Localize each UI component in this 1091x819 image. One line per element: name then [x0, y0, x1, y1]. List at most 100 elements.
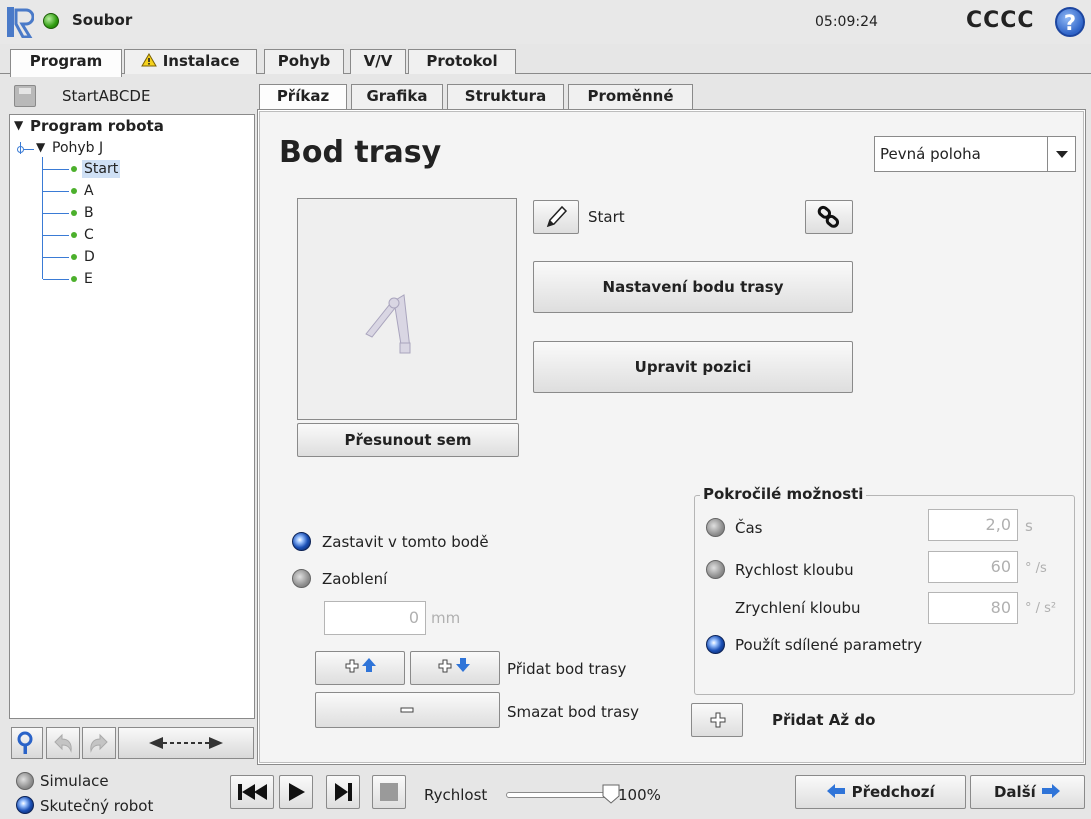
title-bar — [0, 0, 1091, 44]
expand-icon[interactable]: ▼ — [36, 140, 45, 154]
previous-label: Předchozí — [851, 783, 935, 801]
blend-label: Zaoblení — [322, 570, 388, 588]
tree-node-a[interactable]: A — [84, 182, 94, 200]
undo-icon — [54, 733, 72, 753]
arrow-right-icon — [1042, 784, 1061, 798]
time-radio[interactable] — [706, 518, 725, 537]
tab-program[interactable]: Program — [10, 49, 122, 77]
add-waypoint-before-button[interactable] — [315, 651, 405, 685]
universal-robots-logo-icon — [7, 7, 34, 38]
add-up-icon — [345, 658, 376, 673]
tree-connector-node — [17, 146, 24, 153]
tab-label: Program — [29, 52, 103, 70]
add-until-label: Přidat Až do — [772, 711, 876, 729]
tab-label: Instalace — [162, 52, 240, 70]
play-button[interactable] — [279, 775, 313, 809]
previous-button[interactable]: Předchozí — [795, 775, 966, 809]
tab-io[interactable]: V/V — [350, 49, 406, 74]
simulation-radio[interactable] — [16, 772, 34, 790]
page-title: Bod trasy — [279, 135, 442, 170]
tree-node-d[interactable]: D — [84, 248, 95, 266]
tab-label: Protokol — [426, 52, 498, 70]
chevron-down-icon[interactable] — [1047, 137, 1075, 171]
tree-connector — [43, 279, 69, 280]
tab-graphics[interactable]: Grafika — [351, 84, 443, 109]
move-here-button[interactable]: Přesunout sem — [297, 423, 519, 457]
tree-node-c[interactable]: C — [84, 226, 94, 244]
program-file-name: StartABCDE — [62, 87, 151, 105]
save-icon[interactable] — [14, 85, 36, 107]
time-input[interactable]: 2,0 — [928, 509, 1018, 541]
joint-speed-unit: ° /s — [1025, 561, 1047, 576]
rewind-button[interactable] — [230, 775, 274, 809]
tree-node-start[interactable]: Start — [82, 160, 121, 178]
blend-radio[interactable] — [292, 569, 311, 588]
edit-pose-button[interactable]: Upravit pozici — [533, 341, 853, 393]
waypoint-setup-button[interactable]: Nastavení bodu trasy — [533, 261, 853, 313]
add-until-button[interactable] — [691, 703, 743, 737]
stop-icon — [380, 783, 398, 801]
waypoint-icon — [71, 210, 77, 216]
tree-root[interactable]: Program robota — [30, 117, 164, 135]
undo-button[interactable] — [46, 727, 80, 759]
tree-node-b[interactable]: B — [84, 204, 94, 222]
waypoint-name: Start — [588, 208, 625, 226]
next-button[interactable]: Další — [970, 775, 1085, 809]
speed-label: Rychlost — [424, 786, 488, 804]
tree-connector — [43, 257, 69, 258]
tab-command[interactable]: Příkaz — [259, 84, 347, 111]
robot-name: CCCC — [966, 8, 1035, 33]
tree-connector — [43, 169, 69, 170]
joint-speed-input[interactable]: 60 — [928, 551, 1018, 583]
add-waypoint-label: Přidat bod trasy — [507, 660, 627, 678]
robot-arm-icon — [365, 294, 411, 354]
link-button[interactable] — [805, 200, 853, 234]
stop-at-point-label: Zastavit v tomto bodě — [322, 533, 489, 551]
tab-structure[interactable]: Struktura — [447, 84, 564, 109]
stop-button[interactable] — [372, 775, 406, 809]
tab-variables[interactable]: Proměnné — [568, 84, 693, 109]
minus-icon — [400, 707, 414, 713]
joint-accel-unit: ° / s² — [1025, 601, 1057, 616]
tree-node-e[interactable]: E — [84, 270, 93, 288]
file-menu[interactable]: Soubor — [72, 11, 132, 29]
time-unit: s — [1025, 517, 1033, 535]
tree-connector — [43, 213, 69, 214]
real-robot-radio[interactable] — [16, 796, 34, 814]
rename-button[interactable] — [533, 200, 579, 234]
tree-node-move[interactable]: Pohyb J — [52, 139, 103, 157]
tab-log[interactable]: Protokol — [408, 49, 516, 74]
stop-at-point-radio[interactable] — [292, 532, 311, 551]
add-waypoint-after-button[interactable] — [410, 651, 500, 685]
cut-drag-button[interactable] — [118, 727, 254, 759]
tree-connector — [43, 235, 69, 236]
tab-label: Příkaz — [276, 87, 330, 105]
joint-accel-input[interactable]: 80 — [928, 592, 1018, 624]
real-robot-label: Skutečný robot — [40, 797, 154, 815]
tree-connector — [24, 149, 34, 150]
skip-end-icon — [335, 783, 352, 801]
next-label: Další — [993, 783, 1036, 801]
redo-button[interactable] — [82, 727, 116, 759]
help-icon[interactable]: ? — [1055, 7, 1085, 37]
search-button[interactable] — [11, 727, 43, 759]
search-icon — [17, 731, 33, 754]
tree-connector — [42, 157, 43, 279]
speed-slider-track[interactable] — [506, 792, 612, 798]
step-button[interactable] — [326, 775, 360, 809]
warning-icon — [141, 53, 158, 67]
joint-speed-radio[interactable] — [706, 560, 725, 579]
robot-status-icon — [43, 13, 59, 29]
move-line-icon — [149, 737, 223, 749]
tab-installation[interactable]: Instalace — [124, 49, 257, 74]
redo-icon — [90, 733, 108, 753]
speed-value: 100% — [618, 786, 661, 804]
shared-parameters-radio[interactable] — [706, 635, 725, 654]
program-tree[interactable]: ▼ Program robota ▼ Pohyb J Start A B C D… — [9, 114, 255, 719]
position-type-value: Pevná poloha — [880, 145, 981, 163]
expand-icon[interactable]: ▼ — [14, 118, 23, 132]
tab-move[interactable]: Pohyb — [264, 49, 344, 74]
delete-waypoint-button[interactable] — [315, 692, 500, 728]
blend-radius-input[interactable]: 0 — [324, 601, 426, 635]
skip-start-icon — [238, 784, 267, 800]
